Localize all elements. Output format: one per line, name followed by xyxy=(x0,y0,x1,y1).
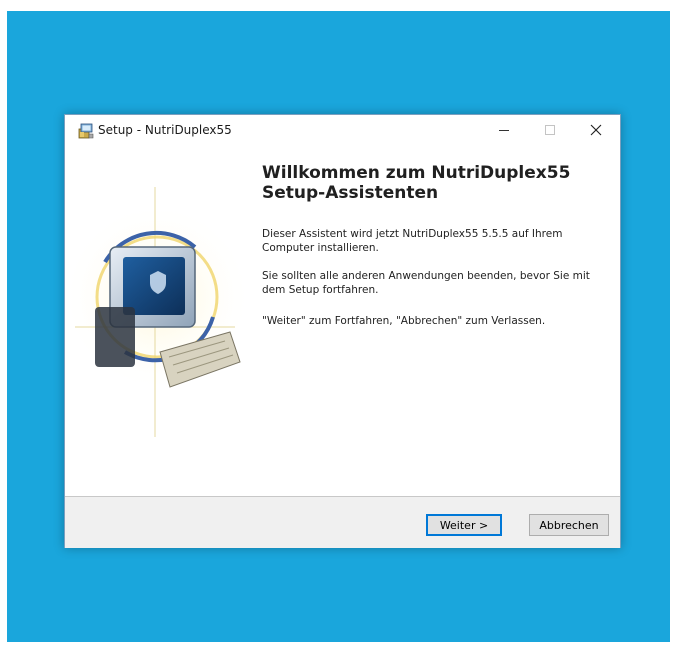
title-bar[interactable]: Setup - NutriDuplex55 xyxy=(65,115,620,147)
minimize-button[interactable] xyxy=(481,115,527,145)
close-icon xyxy=(590,124,602,136)
minimize-icon xyxy=(499,130,509,131)
maximize-button[interactable] xyxy=(527,115,573,145)
close-button[interactable] xyxy=(573,115,619,145)
setup-installer-icon xyxy=(78,123,94,139)
welcome-heading: Willkommen zum NutriDuplex55 Setup-Assis… xyxy=(262,163,607,203)
computer-install-wizard-icon xyxy=(62,187,252,437)
wizard-banner xyxy=(62,147,252,495)
instructions-paragraph: "Weiter" zum Fortfahren, "Abbrechen" zum… xyxy=(262,315,546,327)
intro-paragraph: Dieser Assistent wird jetzt NutriDuplex5… xyxy=(262,228,563,254)
welcome-heading-line1: Willkommen zum NutriDuplex55 xyxy=(262,163,571,183)
button-bar: Weiter > Abbrechen xyxy=(65,497,620,548)
welcome-heading-line2: Setup-Assistenten xyxy=(262,183,439,203)
maximize-icon xyxy=(545,125,555,135)
next-button[interactable]: Weiter > xyxy=(426,514,502,536)
setup-dialog: Setup - NutriDuplex55 Willkommen zum Nut… xyxy=(62,114,621,548)
window-title: Setup - NutriDuplex55 xyxy=(98,123,232,137)
cancel-button[interactable]: Abbrechen xyxy=(529,514,609,536)
close-apps-paragraph: Sie sollten alle anderen Anwendungen bee… xyxy=(262,270,590,296)
